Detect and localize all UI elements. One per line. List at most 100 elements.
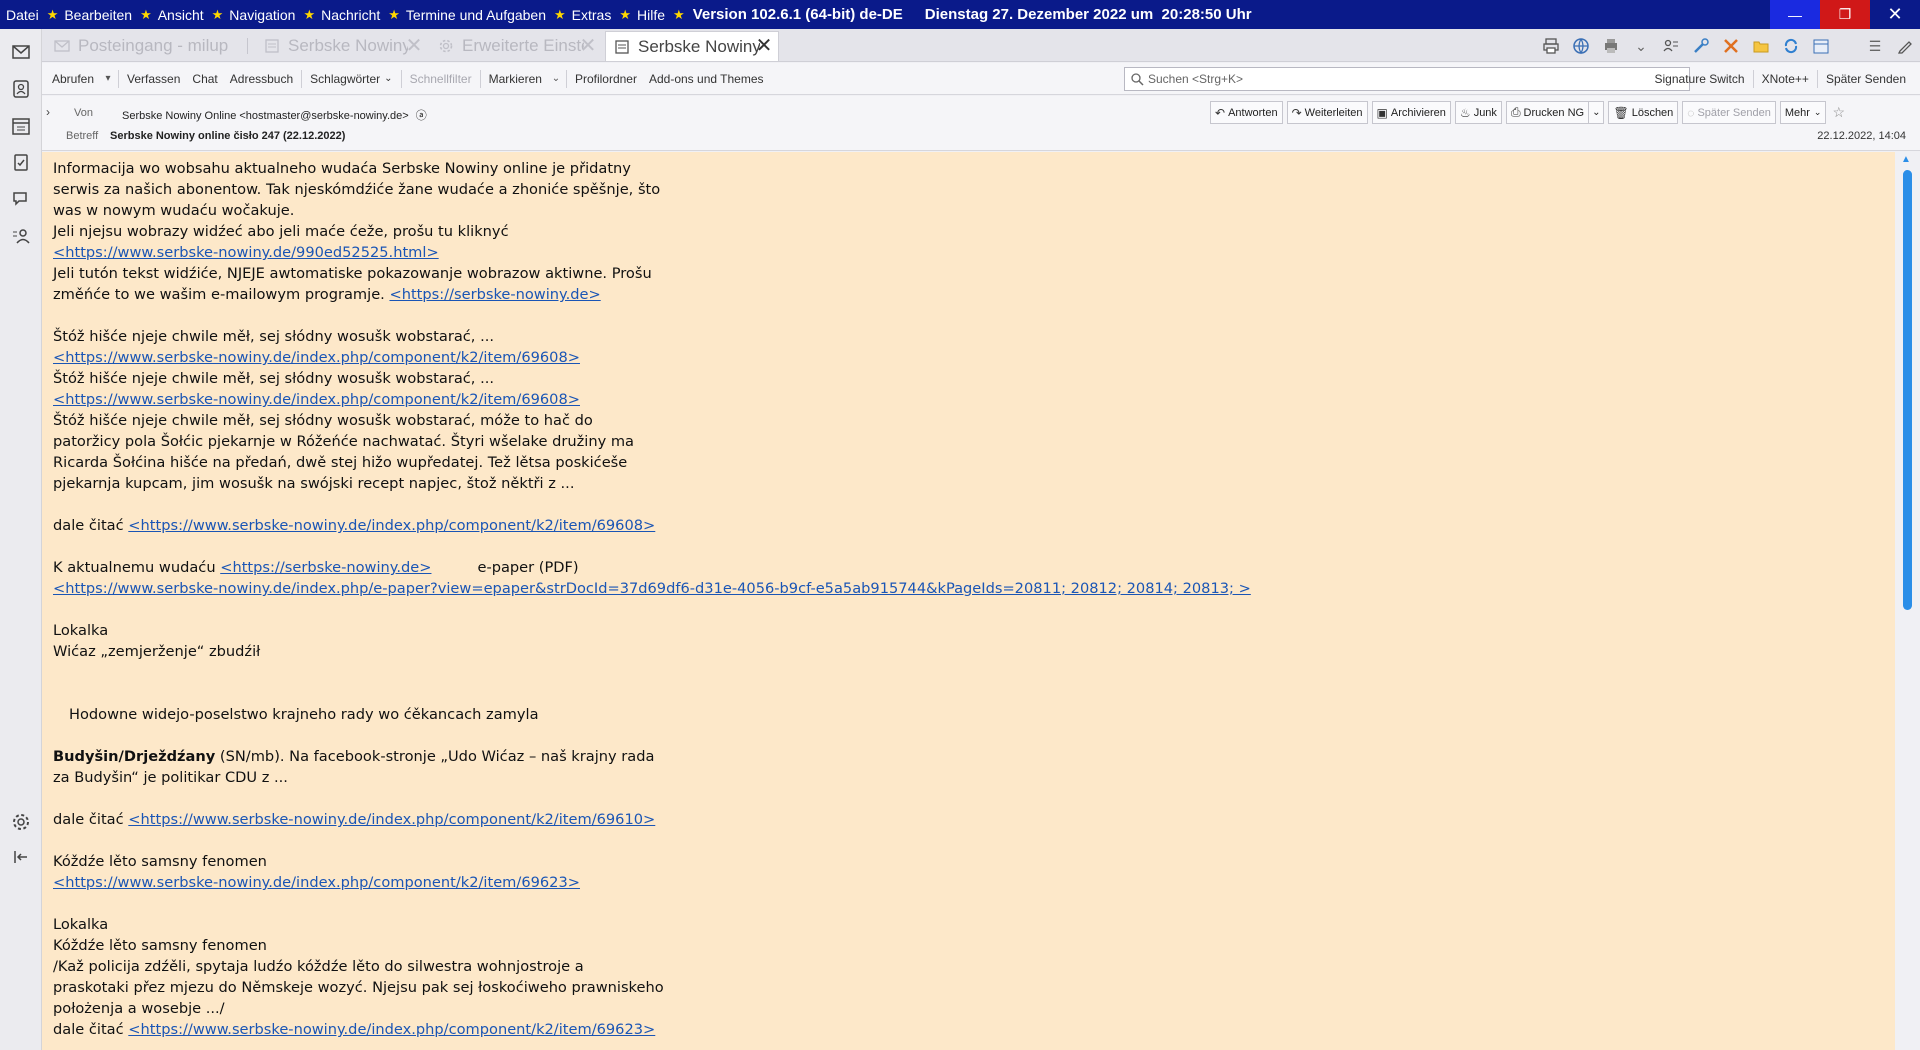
link[interactable]: <https://www.serbske-nowiny.de/index.php… <box>128 1021 655 1038</box>
abrufen-button[interactable]: Abrufen <box>46 67 100 91</box>
addons-button[interactable]: Add-ons und Themes <box>643 67 770 91</box>
link[interactable]: <https://serbske-nowiny.de> <box>389 286 600 303</box>
spaeter-senden-button[interactable]: Später Senden <box>1820 67 1912 91</box>
contact-icon[interactable]: ⓐ <box>416 110 427 122</box>
puzzle-icon[interactable] <box>1716 34 1746 58</box>
hamburger-menu-icon[interactable]: ☰ <box>1860 34 1890 58</box>
menu-bearbeiten[interactable]: Bearbeiten <box>64 7 132 23</box>
link[interactable]: <https://www.serbske-nowiny.de/index.php… <box>128 517 655 534</box>
time-label: 20:28:50 Uhr <box>1161 6 1252 23</box>
schlagwoerter-button[interactable]: Schlagwörter ⌄ <box>304 67 398 91</box>
menu-hilfe[interactable]: Hilfe <box>637 7 665 23</box>
message-body: Informacija wo wobsahu aktualneho wudaća… <box>42 152 1895 1050</box>
menu-datei[interactable]: Datei <box>6 7 39 23</box>
from-value[interactable]: Serbske Nowiny Online <hostmaster@serbsk… <box>122 107 427 123</box>
vertical-scrollbar[interactable]: ▲ <box>1895 152 1920 1050</box>
menu-nachricht[interactable]: Nachricht <box>321 7 380 23</box>
calendar-addon-icon[interactable] <box>1806 34 1836 58</box>
tab-message-active[interactable]: Serbske Nowiny o ✕ <box>605 31 779 61</box>
reply-label: Antworten <box>1228 106 1278 119</box>
maximize-button[interactable]: ❐ <box>1820 0 1870 29</box>
junk-button[interactable]: ♨ Junk <box>1454 101 1502 124</box>
link[interactable]: <https://www.serbske-nowiny.de/index.php… <box>53 874 580 891</box>
collapse-sidebar-icon[interactable] <box>11 847 31 867</box>
more-label: Mehr <box>1784 106 1810 119</box>
star-icon: ★ <box>619 6 632 22</box>
message-date: 22.12.2022, 14:04 <box>1817 130 1906 142</box>
epaper-link[interactable]: <https://www.serbske-nowiny.de/index.php… <box>53 580 1251 597</box>
link[interactable]: <https://www.serbske-nowiny.de/index.php… <box>53 349 580 366</box>
text-line: serwis za našich abonentow. Tak njeskómd… <box>53 181 661 198</box>
more-button[interactable]: Mehr ⌄ <box>1779 101 1827 124</box>
calendar-icon[interactable] <box>11 116 31 136</box>
print-dropdown[interactable]: ⌄ <box>1588 101 1605 124</box>
print-icon[interactable] <box>1536 34 1566 58</box>
archive-button[interactable]: ▣ Archivieren <box>1371 101 1451 124</box>
print-ng-icon[interactable] <box>1596 34 1626 58</box>
menu-termine[interactable]: Termine und Aufgaben <box>406 7 546 23</box>
abrufen-dropdown-icon[interactable]: ▾ <box>100 67 116 91</box>
signature-switch-button[interactable]: Signature Switch <box>1649 67 1751 91</box>
markieren-button[interactable]: Markieren <box>483 67 548 91</box>
search-icon <box>1131 72 1144 86</box>
adressbuch-button[interactable]: Adressbuch <box>224 67 299 91</box>
menu-ansicht[interactable]: Ansicht <box>158 7 204 23</box>
xnote-button[interactable]: XNote++ <box>1756 67 1815 91</box>
mail-icon <box>54 40 70 52</box>
tab-inbox[interactable]: Posteingang - milup <box>46 32 248 60</box>
forward-button[interactable]: ↷ Weiterleiten <box>1286 101 1368 124</box>
pen-icon[interactable] <box>1890 34 1920 58</box>
chevron-down-icon[interactable]: ⌄ <box>1626 34 1656 58</box>
link[interactable]: <https://www.serbske-nowiny.de/index.php… <box>128 811 655 828</box>
text-line: Štóž hišće njeje chwile měł, sej słódny … <box>53 328 494 345</box>
markieren-dropdown-icon[interactable]: ⌄ <box>548 67 564 91</box>
mail-icon[interactable] <box>11 42 31 62</box>
version-label: Version 102.6.1 (64-bit) de-DE <box>692 6 903 23</box>
close-tab-icon[interactable]: ✕ <box>578 36 598 56</box>
message-icon <box>265 39 279 53</box>
close-window-button[interactable]: ✕ <box>1870 0 1920 29</box>
tab-message[interactable]: Serbske Nowiny o ✕ <box>256 32 428 60</box>
profilordner-button[interactable]: Profilordner <box>569 67 643 91</box>
verfassen-button[interactable]: Verfassen <box>121 67 186 91</box>
tab-bar: Posteingang - milup Serbske Nowiny o ✕ E… <box>42 29 1920 62</box>
link[interactable]: <https://www.serbske-nowiny.de/990ed5252… <box>53 244 439 261</box>
chat-button[interactable]: Chat <box>186 67 223 91</box>
tasks-icon[interactable] <box>11 152 31 172</box>
link[interactable]: <https://serbske-nowiny.de> <box>220 559 431 576</box>
chevron-down-icon: ⌄ <box>1592 107 1601 118</box>
delete-button[interactable]: 🗑 Löschen <box>1608 101 1679 124</box>
scroll-up-icon[interactable]: ▲ <box>1901 154 1911 165</box>
text-line: Ricarda Šołćina hišće na předań, dwě ste… <box>53 454 628 471</box>
star-icon[interactable]: ☆ <box>1832 104 1845 121</box>
message-header: › Von Serbske Nowiny Online <hostmaster@… <box>42 96 1920 151</box>
chat-icon[interactable] <box>11 189 31 209</box>
close-tab-icon[interactable]: ✕ <box>754 36 774 56</box>
address-book-icon[interactable] <box>11 79 31 99</box>
print-ng-button[interactable]: ⎙ Drucken NG <box>1505 101 1590 124</box>
account-icon[interactable] <box>11 226 31 246</box>
folder-icon[interactable] <box>1746 34 1776 58</box>
settings-gear-icon[interactable] <box>11 812 31 832</box>
address-list-icon[interactable] <box>1656 34 1686 58</box>
spaces-toolbar <box>0 29 42 1050</box>
epaper-label: e-paper (PDF) <box>477 559 579 576</box>
link[interactable]: <https://www.serbske-nowiny.de/index.php… <box>53 391 580 408</box>
text-line: patoržicy pola Šołćic pjekarnje w Róžeńć… <box>53 433 634 450</box>
text-line: Informacija wo wobsahu aktualneho wudaća… <box>53 160 631 177</box>
send-later-button[interactable]: ◌ Später Senden <box>1682 101 1776 124</box>
tab-advanced-settings[interactable]: Erweiterte Einstell ✕ <box>430 32 602 60</box>
menu-navigation[interactable]: Navigation <box>229 7 295 23</box>
minimize-button[interactable]: — <box>1770 0 1820 29</box>
menu-extras[interactable]: Extras <box>572 7 612 23</box>
globe-icon[interactable] <box>1566 34 1596 58</box>
reply-button[interactable]: ↶ Antworten <box>1210 101 1283 124</box>
close-tab-icon[interactable]: ✕ <box>404 36 424 56</box>
expand-header-icon[interactable]: › <box>46 105 50 119</box>
text-line: /Kaž policija zdźěli, spytaja ludźo kóžd… <box>53 958 584 975</box>
schnellfilter-button[interactable]: Schnellfilter <box>404 67 478 91</box>
tools-icon[interactable] <box>1686 34 1716 58</box>
sync-icon[interactable] <box>1776 34 1806 58</box>
scrollbar-thumb[interactable] <box>1903 170 1912 610</box>
search-input[interactable]: Suchen <Strg+K> <box>1124 67 1690 91</box>
